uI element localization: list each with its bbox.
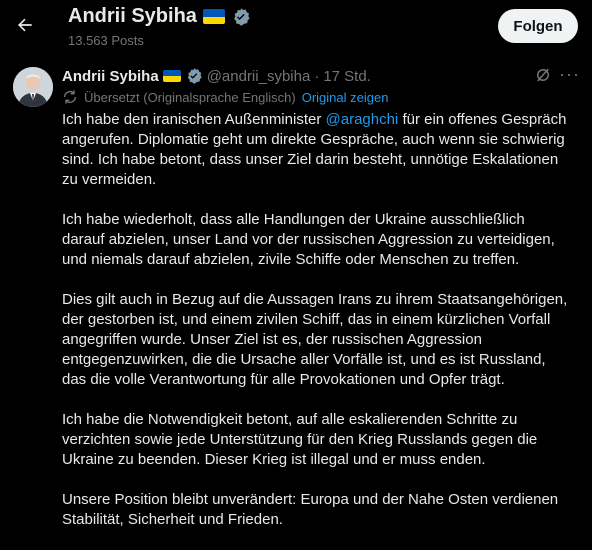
tweet-time[interactable]: 17 Std. [323,68,371,85]
profile-name-row: Andrii Sybiha [68,5,251,28]
back-button[interactable] [8,8,42,42]
show-original-link[interactable]: Original zeigen [302,90,389,105]
more-options-icon[interactable]: ··· [559,64,580,85]
separator-dot: · [314,67,320,85]
tweet-paragraph: Dies gilt auch in Bezug auf die Aussagen… [62,291,568,388]
tweet-paragraph: Ich habe wiederholt, dass alle Handlunge… [62,211,555,268]
tweet-text: Ich habe den iranischen Außenminister @a… [62,110,582,550]
avatar[interactable] [13,67,53,107]
tweet-header: Andrii Sybiha @andrii_sybiha · 17 Std. [62,66,580,86]
grok-icon [537,68,549,82]
tweet-paragraph: Unsere Position bleibt unverändert: Euro… [62,491,559,528]
author-name[interactable]: Andrii Sybiha [62,68,159,85]
arrow-left-icon [18,18,32,32]
profile-name: Andrii Sybiha [68,5,197,27]
avatar-photo [13,67,53,107]
translated-label: Übersetzt (Originalsprache Englisch) [84,89,296,105]
verified-badge-icon[interactable] [185,67,203,85]
follow-button[interactable]: Folgen [498,9,578,43]
ukraine-flag-icon [162,70,181,82]
translate-icon [64,90,76,104]
author-handle[interactable]: @andrii_sybiha [207,68,311,85]
grok-button[interactable] [534,66,552,89]
tweet-paragraph: Ich habe die Notwendigkeit betont, auf a… [62,411,538,468]
post-count: 13.563 Posts [68,33,144,48]
ukraine-flag-icon [202,9,225,24]
translation-notice: Übersetzt (Originalsprache Englisch) Ori… [62,89,388,105]
tweet-paragraph: Ich habe den iranischen Außenminister @a… [62,111,567,188]
profile-header: Andrii Sybiha 13.563 Posts Folgen [0,0,592,56]
mention-link[interactable]: @araghchi [326,111,399,128]
verified-badge-icon[interactable] [231,7,251,27]
